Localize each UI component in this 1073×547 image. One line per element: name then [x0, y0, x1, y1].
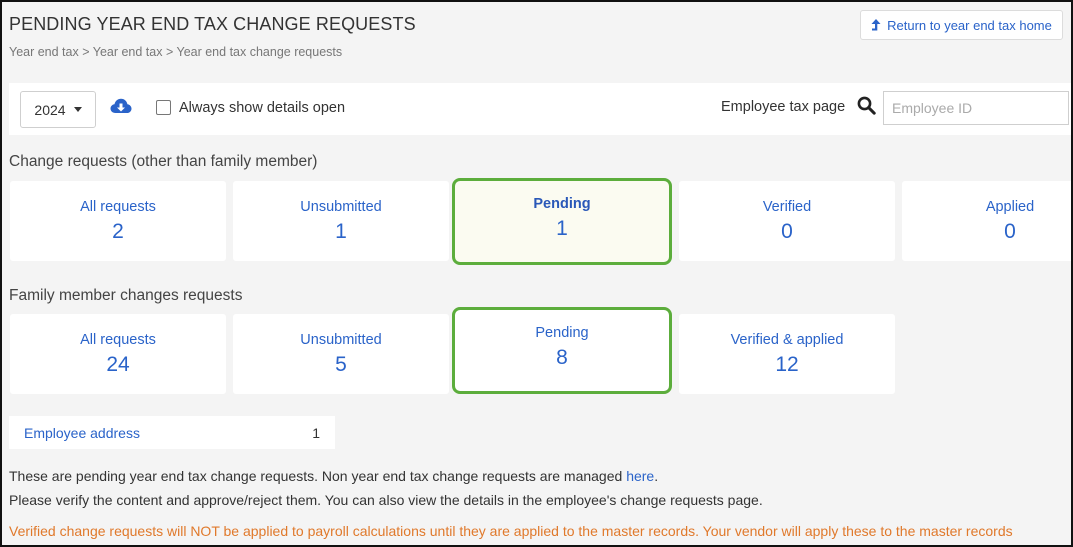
upload-arrow-icon [871, 18, 881, 32]
card-count: 1 [556, 217, 568, 240]
card-count: 1 [335, 220, 347, 243]
info-line-1-suffix: . [654, 468, 659, 484]
card-label: Unsubmitted [300, 199, 382, 215]
year-value: 2024 [34, 101, 66, 118]
warning-text: Verified change requests will NOT be app… [9, 523, 1013, 539]
card-count: 8 [556, 346, 568, 369]
card-count: 5 [335, 353, 347, 376]
employee-address-count: 1 [312, 425, 320, 441]
card-label: Verified & applied [730, 332, 844, 348]
info-line-1-text: These are pending year end tax change re… [9, 468, 627, 484]
card-count: 24 [106, 353, 130, 376]
change-verified-card[interactable]: Verified 0 [679, 181, 895, 261]
info-line-2: Please verify the content and approve/re… [9, 492, 763, 508]
family-verified-applied-card[interactable]: Verified & applied 12 [679, 314, 895, 394]
info-line-1: These are pending year end tax change re… [9, 468, 658, 484]
change-pending-card[interactable]: Pending 1 [452, 178, 672, 265]
change-applied-card[interactable]: Applied 0 [902, 181, 1071, 261]
change-unsubmitted-card[interactable]: Unsubmitted 1 [233, 181, 449, 261]
employee-address-row[interactable]: Employee address 1 [9, 416, 335, 449]
card-label: All requests [80, 199, 156, 215]
employee-address-link[interactable]: Employee address [24, 425, 140, 441]
card-count: 0 [1004, 220, 1016, 243]
cloud-download-icon[interactable] [110, 97, 132, 120]
card-count: 2 [112, 220, 124, 243]
card-count: 12 [775, 353, 799, 376]
card-label: Pending [535, 325, 589, 341]
always-show-details-label[interactable]: Always show details open [179, 100, 345, 116]
return-button-label: Return to year end tax home [887, 17, 1052, 33]
card-label: All requests [80, 332, 156, 348]
card-label: Applied [985, 199, 1035, 215]
card-label: Unsubmitted [300, 332, 382, 348]
here-link[interactable]: here [626, 468, 654, 484]
employee-tax-page-label: Employee tax page [721, 99, 846, 115]
always-show-details-checkbox[interactable] [156, 100, 171, 115]
breadcrumb[interactable]: Year end tax > Year end tax > Year end t… [9, 45, 342, 59]
family-requests-section-title: Family member changes requests [9, 287, 243, 304]
card-label: Verified [762, 199, 812, 215]
card-count: 0 [781, 220, 793, 243]
caret-down-icon [73, 107, 82, 112]
change-requests-section-title: Change requests (other than family membe… [9, 153, 318, 170]
year-select[interactable]: 2024 [20, 91, 96, 128]
card-label: Pending [533, 196, 591, 212]
return-to-year-end-tax-button[interactable]: Return to year end tax home [860, 10, 1063, 40]
change-all-requests-card[interactable]: All requests 2 [10, 181, 226, 261]
family-all-requests-card[interactable]: All requests 24 [10, 314, 226, 394]
toolbar: 2024 Always show details open Employee t… [9, 83, 1071, 135]
family-unsubmitted-card[interactable]: Unsubmitted 5 [233, 314, 449, 394]
page-frame: PENDING YEAR END TAX CHANGE REQUESTS Yea… [0, 0, 1073, 547]
search-icon[interactable] [857, 96, 876, 120]
employee-id-input[interactable] [883, 91, 1069, 125]
page-title: PENDING YEAR END TAX CHANGE REQUESTS [9, 14, 416, 34]
family-pending-card[interactable]: Pending 8 [452, 307, 672, 394]
